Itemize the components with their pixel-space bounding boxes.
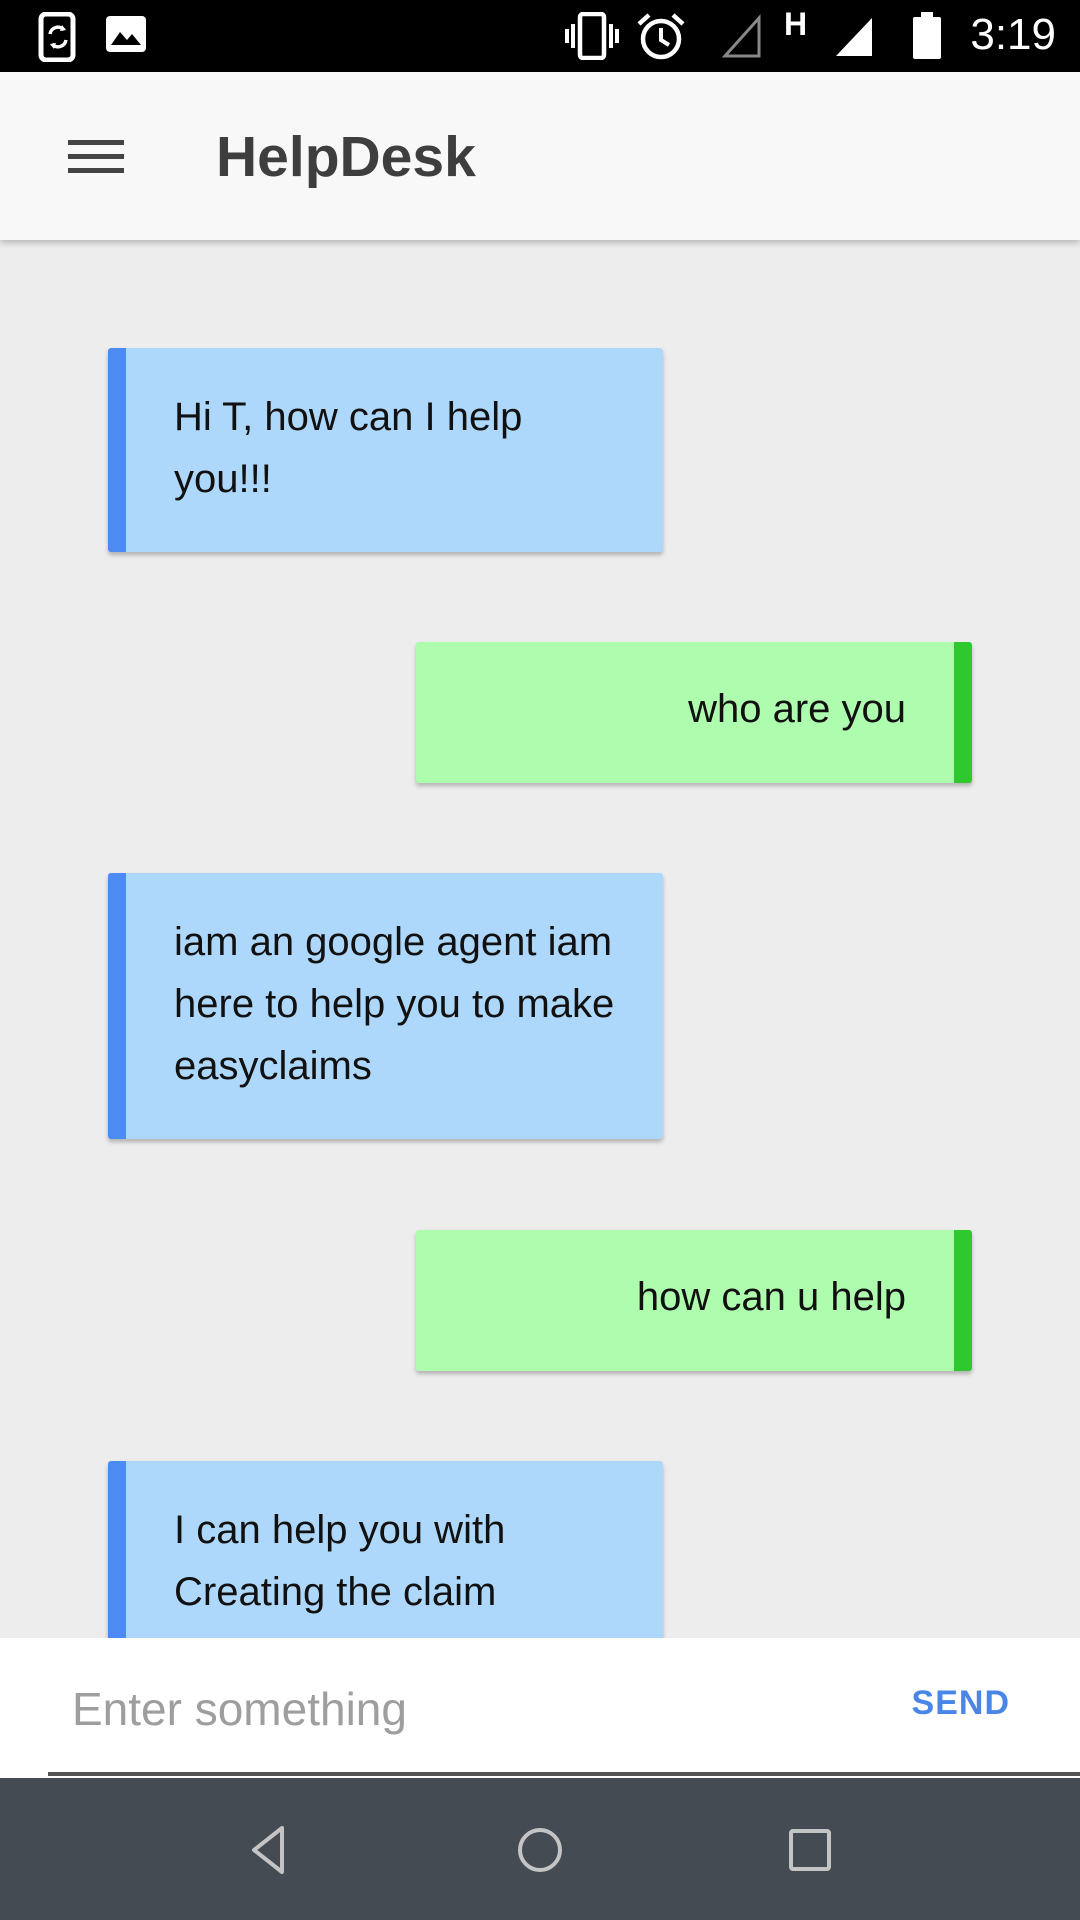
user-message-bubble: how can u help (416, 1230, 972, 1371)
screen-rotation-icon (38, 12, 76, 62)
image-icon (106, 16, 146, 52)
message-text: Hi T, how can I help you!!! (174, 395, 523, 501)
message-text: how can u help (636, 1275, 906, 1319)
message-text: iam an google agent iam here to help you… (174, 920, 615, 1088)
vibrate-icon (565, 12, 619, 60)
alarm-icon (637, 13, 685, 60)
status-bar: H 3:19 (0, 0, 1080, 72)
message-text: I can help you with Creating the claim (174, 1508, 506, 1614)
message-input[interactable] (72, 1674, 852, 1744)
network-type-label: H (784, 6, 808, 42)
bot-message-bubble: Hi T, how can I help you!!! (108, 348, 663, 552)
back-icon[interactable] (242, 1822, 298, 1878)
app-title: HelpDesk (216, 125, 476, 189)
status-time: 3:19 (970, 10, 1056, 59)
message-text: who are you (688, 687, 906, 731)
chat-message-list[interactable]: Hi T, how can I help you!!! who are you … (0, 240, 1080, 1638)
signal-full-icon (836, 18, 872, 56)
input-underline (48, 1772, 1080, 1776)
signal-empty-icon (722, 14, 761, 58)
bot-message-bubble: I can help you with Creating the claim (108, 1461, 663, 1638)
send-button[interactable]: SEND (912, 1684, 1010, 1723)
navigation-bar (0, 1778, 1080, 1920)
screen: H 3:19 HelpDesk Hi T, how can I help you… (0, 0, 1080, 1920)
battery-icon (913, 12, 941, 59)
hamburger-menu-icon[interactable] (58, 126, 134, 186)
message-input-bar: SEND (0, 1638, 1080, 1778)
user-message-bubble: who are you (416, 642, 972, 783)
recents-icon[interactable] (782, 1822, 838, 1878)
home-icon[interactable] (512, 1822, 568, 1878)
bot-message-bubble: iam an google agent iam here to help you… (108, 873, 663, 1139)
app-bar: HelpDesk (0, 72, 1080, 240)
